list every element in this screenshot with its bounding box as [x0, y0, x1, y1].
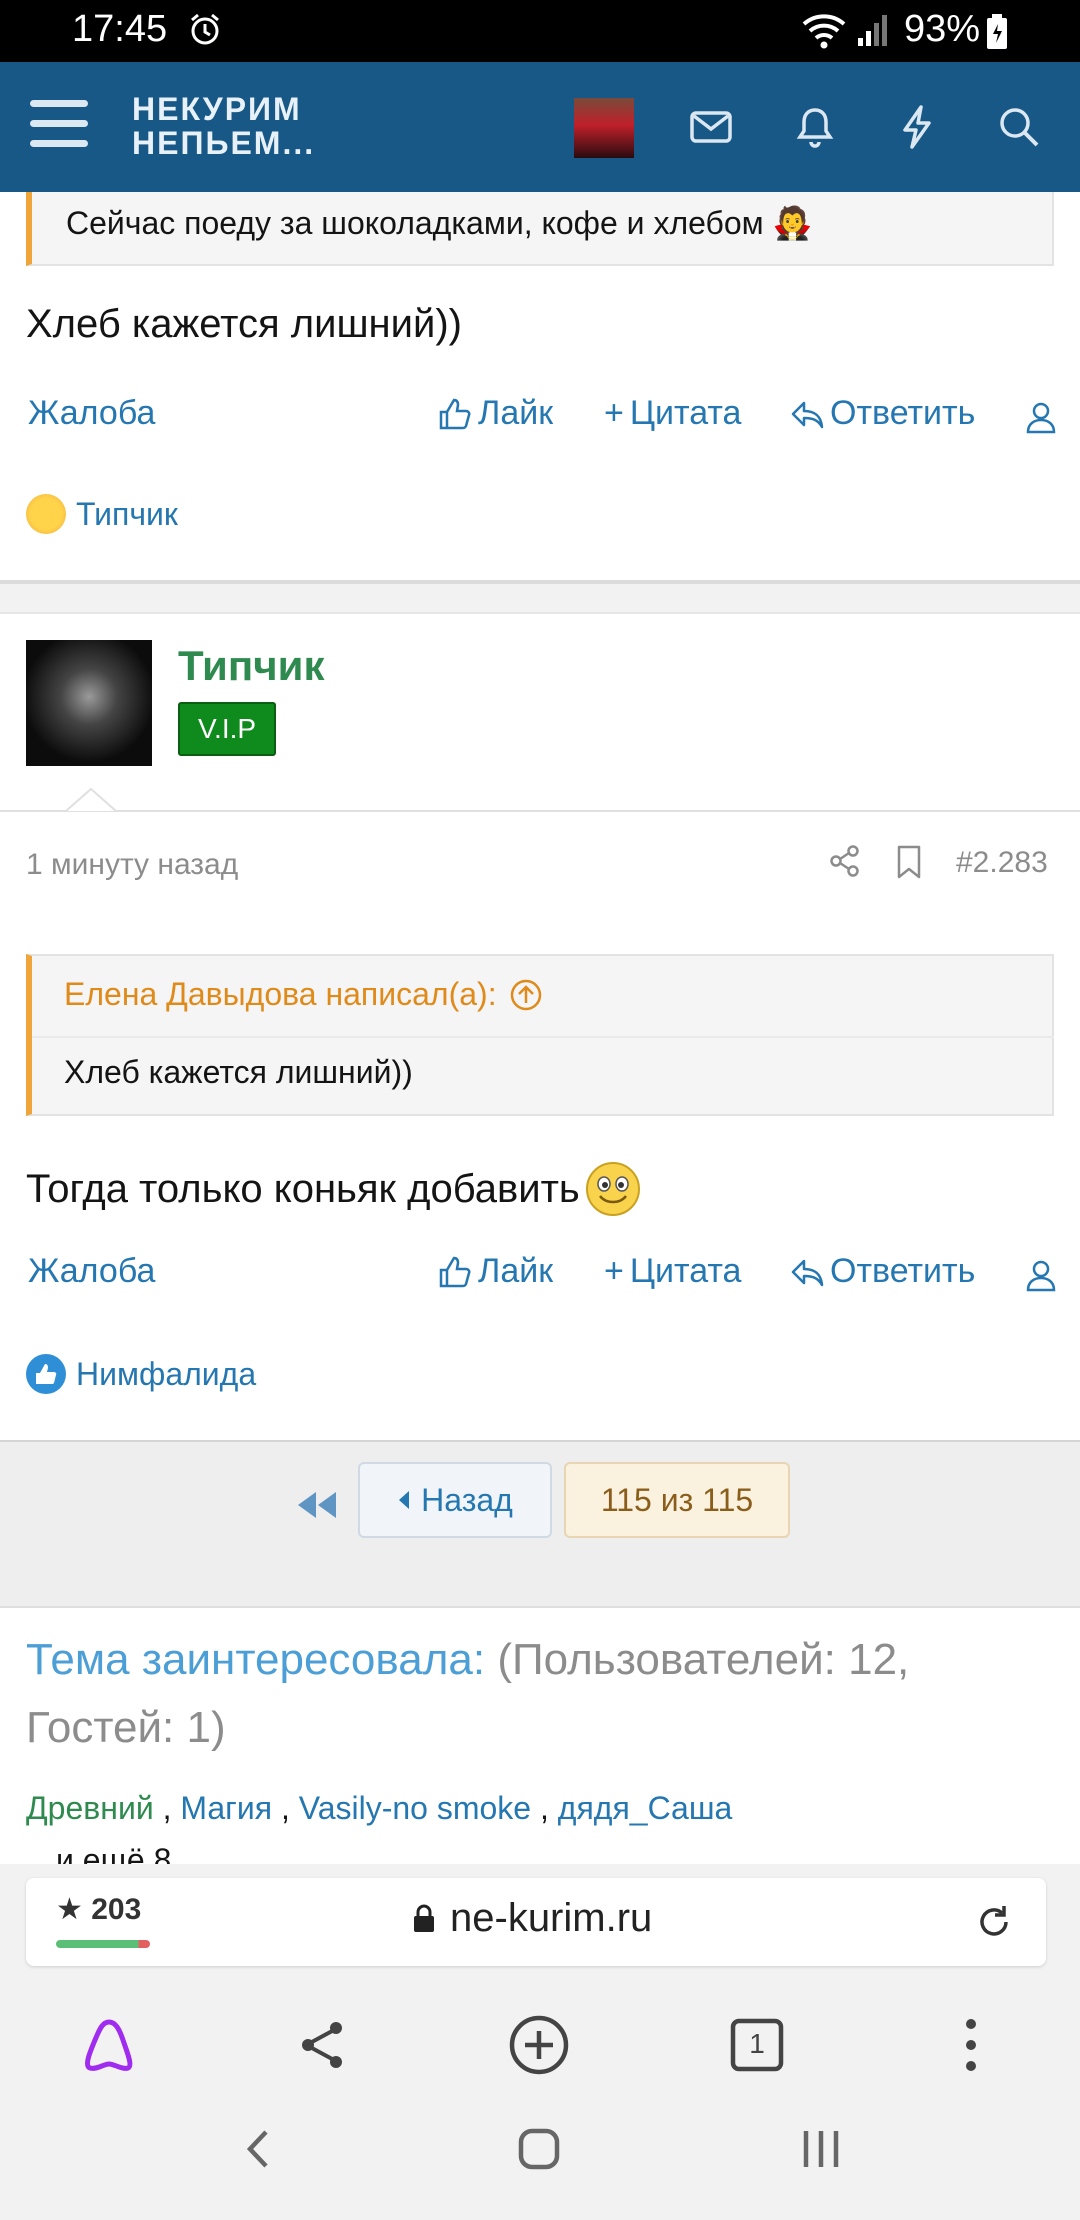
- plus-icon: +: [604, 394, 624, 432]
- quote-text: Хлеб кажется лишний)): [64, 1054, 413, 1090]
- post-number[interactable]: #2.283: [956, 846, 1048, 880]
- tabs-button[interactable]: 1: [726, 2014, 788, 2076]
- reaction-list[interactable]: Типчик: [26, 494, 178, 534]
- signal-icon: [858, 15, 887, 46]
- post-time[interactable]: 1 минуту назад: [26, 848, 238, 882]
- like-reaction-icon: [26, 1354, 66, 1394]
- arrow-up-circle-icon: [510, 979, 541, 1010]
- quote-author: Елена Давыдова написал(а):: [64, 976, 497, 1012]
- quote-block: Елена Давыдова написал(а): Хлеб кажется …: [26, 954, 1054, 1116]
- status-time: 17:45: [72, 8, 168, 50]
- user-icon[interactable]: [1024, 400, 1058, 434]
- user-link[interactable]: Vasily-no smoke: [299, 1790, 531, 1826]
- logo-line2: НЕПЬЕМ...: [132, 125, 316, 161]
- more-options-icon[interactable]: [940, 2014, 1002, 2076]
- nav-home-icon[interactable]: [514, 2124, 564, 2174]
- quote-divider: [32, 1036, 1054, 1038]
- status-bar: 17:45 93%: [0, 0, 1080, 62]
- lock-icon: [414, 1904, 434, 1932]
- username[interactable]: Типчик: [178, 642, 324, 690]
- first-page-icon[interactable]: [292, 1480, 342, 1530]
- address-bar[interactable]: ★ 203 ne-kurim.ru: [26, 1878, 1046, 1966]
- reply-button[interactable]: Ответить: [790, 1252, 975, 1291]
- quote-text: Сейчас поеду за шоколадками, кофе и хлеб…: [66, 205, 813, 241]
- pagination: Назад 115 из 115: [0, 1440, 1080, 1608]
- quote-block: Сейчас поеду за шоколадками, кофе и хлеб…: [26, 192, 1054, 266]
- site-header: НЕКУРИМ НЕПЬЕМ...: [0, 62, 1080, 192]
- like-button[interactable]: Лайк: [438, 394, 553, 433]
- current-page[interactable]: 115 из 115: [564, 1462, 790, 1538]
- lightning-icon[interactable]: [894, 104, 940, 150]
- vip-badge: V.I.P: [178, 702, 276, 756]
- rating-bar: [56, 1940, 150, 1948]
- reaction-user: Нимфалида: [76, 1355, 257, 1392]
- reaction-user: Типчик: [76, 495, 178, 532]
- post-message: Тогда только коньяк добавить: [26, 1160, 642, 1218]
- star-icon: ★: [56, 1893, 83, 1926]
- interested-users: Древний , Магия , Vasily-no smoke , дядя…: [26, 1790, 733, 1826]
- post-actions: Жалоба Лайк + Цитата Ответить: [0, 1252, 1080, 1302]
- post-gap: [0, 584, 1080, 612]
- battery-icon: [987, 14, 1007, 49]
- quote-button[interactable]: + Цитата: [604, 1252, 741, 1291]
- site-rating[interactable]: ★ 203: [56, 1892, 141, 1927]
- post-actions: Жалоба Лайк + Цитата Ответить: [0, 394, 1080, 444]
- share-icon[interactable]: [292, 2014, 354, 2076]
- logo-line1: НЕКУРИМ: [132, 91, 302, 127]
- user-block-divider: [0, 810, 1080, 812]
- user-link[interactable]: дядя_Саша: [558, 1790, 733, 1826]
- search-icon[interactable]: [996, 104, 1042, 150]
- reply-icon: [791, 401, 824, 428]
- report-link[interactable]: Жалоба: [28, 394, 155, 433]
- post-top-border: [0, 612, 1080, 614]
- url-display[interactable]: ne-kurim.ru: [412, 1896, 652, 1941]
- user-link[interactable]: Древний: [26, 1790, 154, 1826]
- battery-percent: 93%: [904, 8, 981, 50]
- reply-icon: [791, 1259, 824, 1286]
- user-icon[interactable]: [1024, 1258, 1058, 1292]
- laugh-reaction-icon: [26, 494, 66, 534]
- interested-header: Тема заинтересовала: (Пользователей: 12,…: [26, 1626, 1056, 1762]
- mail-icon[interactable]: [688, 104, 734, 150]
- post-message: Хлеб кажется лишний)): [26, 302, 462, 346]
- quote-header[interactable]: Елена Давыдова написал(а):: [64, 976, 543, 1013]
- tabs-count: 1: [749, 2028, 765, 2059]
- thumbs-up-icon: [439, 1256, 471, 1287]
- report-link[interactable]: Жалоба: [28, 1252, 155, 1291]
- like-button[interactable]: Лайк: [438, 1252, 553, 1291]
- reaction-list[interactable]: Нимфалида: [26, 1354, 256, 1394]
- wifi-icon: [802, 14, 846, 49]
- alarm-icon: [191, 13, 219, 45]
- site-logo[interactable]: НЕКУРИМ НЕПЬЕМ...: [132, 92, 315, 160]
- pointer-arrow: [66, 788, 116, 812]
- new-tab-icon[interactable]: [508, 2014, 570, 2076]
- user-avatar[interactable]: [26, 640, 152, 766]
- nav-recents-icon[interactable]: [796, 2124, 846, 2174]
- menu-icon[interactable]: [30, 100, 88, 150]
- bookmark-icon[interactable]: [894, 844, 924, 880]
- share-icon[interactable]: [828, 844, 862, 878]
- alice-icon[interactable]: [78, 2014, 140, 2076]
- reload-icon[interactable]: [974, 1902, 1014, 1942]
- pager-divider: [0, 1606, 1080, 1608]
- user-avatar[interactable]: [574, 98, 634, 158]
- reply-button[interactable]: Ответить: [790, 394, 975, 433]
- smile-emoji-icon: [585, 1162, 640, 1216]
- plus-icon: +: [604, 1252, 624, 1290]
- quote-button[interactable]: + Цитата: [604, 394, 741, 433]
- caret-left-icon: [399, 1491, 410, 1509]
- interested-title: Тема заинтересовала:: [26, 1635, 486, 1684]
- bell-icon[interactable]: [792, 104, 838, 150]
- nav-back-icon[interactable]: [234, 2124, 284, 2174]
- back-button[interactable]: Назад: [358, 1462, 552, 1538]
- user-link[interactable]: Магия: [180, 1790, 272, 1826]
- thumbs-up-icon: [439, 398, 471, 429]
- browser-toolbar: ★ 203 ne-kurim.ru 1: [0, 1864, 1080, 2220]
